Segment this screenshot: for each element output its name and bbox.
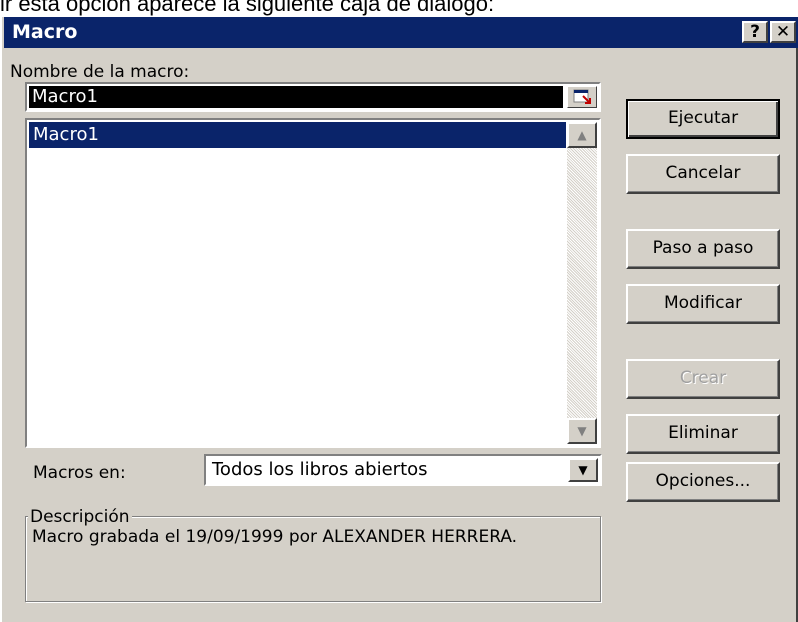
macros-in-value: Todos los libros abiertos xyxy=(212,459,428,480)
macro-dialog: Macro ? ✕ Nombre de la macro: Macro1 Mac… xyxy=(0,17,798,622)
macros-in-select[interactable]: Todos los libros abiertos ▼ xyxy=(204,454,602,486)
chevron-down-icon: ▼ xyxy=(578,463,588,477)
arrow-down-icon: ▼ xyxy=(577,424,587,438)
dropdown-button[interactable]: ▼ xyxy=(568,458,598,482)
list-item-macro1[interactable]: Macro1 xyxy=(29,122,566,148)
page-caption-text: ir esta opción aparece la siguiente caja… xyxy=(0,0,495,16)
window-title: Macro xyxy=(12,21,78,43)
description-legend: Descripción xyxy=(28,506,132,528)
collapse-dialog-icon xyxy=(573,89,591,104)
create-button: Crear xyxy=(626,359,780,399)
macro-name-input[interactable]: Macro1 xyxy=(25,82,601,112)
title-bar[interactable]: Macro ? ✕ xyxy=(4,17,798,48)
close-button[interactable]: ✕ xyxy=(770,21,796,43)
macro-name-value[interactable]: Macro1 xyxy=(29,86,563,108)
macro-name-label: Nombre de la macro: xyxy=(10,62,190,82)
delete-button[interactable]: Eliminar xyxy=(626,414,780,454)
step-into-button[interactable]: Paso a paso xyxy=(626,229,780,269)
scroll-up-button[interactable]: ▲ xyxy=(567,122,597,148)
macros-in-label: Macros en: xyxy=(33,463,126,483)
description-text: Macro grabada el 19/09/1999 por ALEXANDE… xyxy=(32,527,518,547)
collapse-dialog-button[interactable] xyxy=(567,86,597,108)
run-button[interactable]: Ejecutar xyxy=(626,99,780,139)
help-button[interactable]: ? xyxy=(742,21,768,43)
scroll-down-button[interactable]: ▼ xyxy=(567,418,597,444)
arrow-up-icon: ▲ xyxy=(577,128,587,142)
macro-list[interactable]: Macro1 ▲ ▼ xyxy=(25,118,601,448)
list-scrollbar[interactable]: ▲ ▼ xyxy=(567,122,597,444)
cancel-button[interactable]: Cancelar xyxy=(626,154,780,194)
edit-button[interactable]: Modificar xyxy=(626,284,780,324)
options-button[interactable]: Opciones... xyxy=(626,462,780,502)
